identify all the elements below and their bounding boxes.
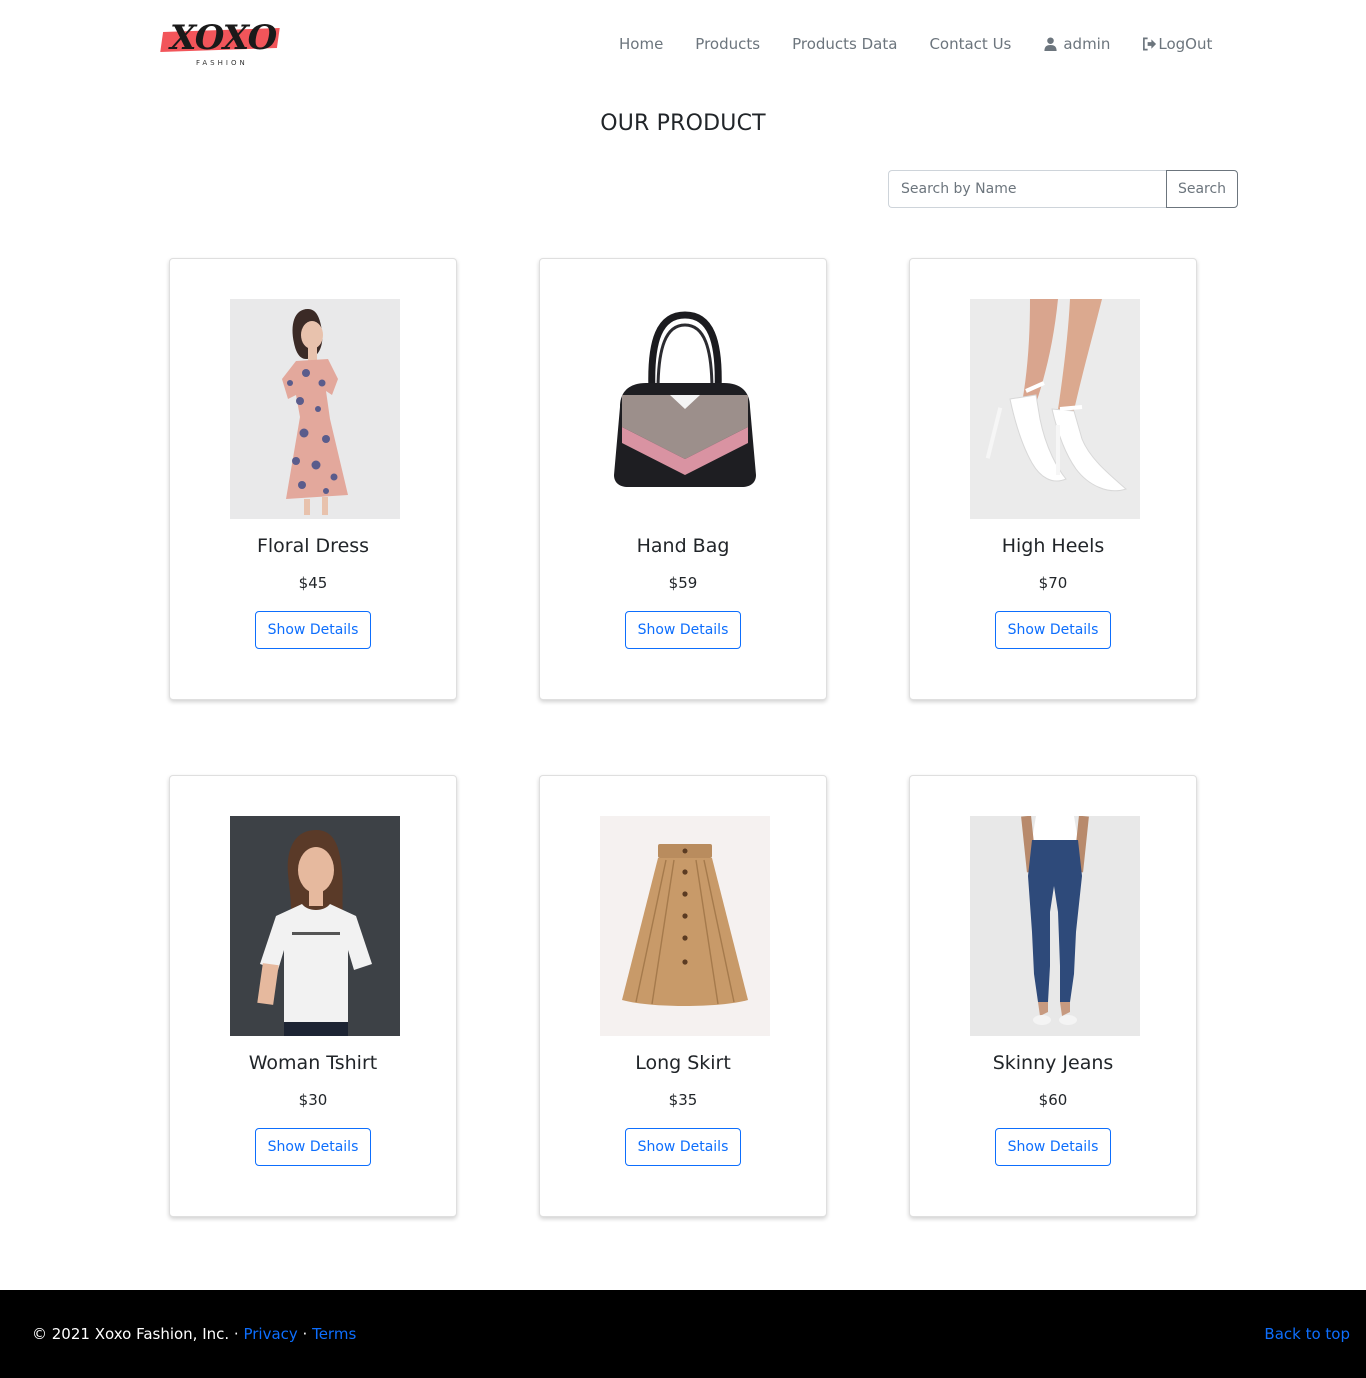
product-image-woman-tshirt — [230, 816, 400, 1036]
main-nav: Home Products Products Data Contact Us a… — [603, 32, 1212, 56]
copyright-text: © 2021 Xoxo Fashion, Inc. · — [32, 1325, 244, 1343]
product-card: Hand Bag $59 Show Details — [539, 258, 827, 700]
product-price: $70 — [1038, 574, 1068, 592]
search-input[interactable] — [888, 170, 1166, 208]
nav-home[interactable]: Home — [619, 32, 663, 56]
brand-logo[interactable]: XOXO FASHION — [160, 16, 280, 72]
product-price: $60 — [1038, 1091, 1068, 1109]
back-to-top-link[interactable]: Back to top — [1264, 1325, 1350, 1343]
show-details-button[interactable]: Show Details — [995, 1128, 1111, 1166]
footer-separator: · — [297, 1325, 313, 1343]
show-details-button[interactable]: Show Details — [995, 611, 1111, 649]
page-title: OUR PRODUCT — [600, 111, 766, 136]
show-details-button[interactable]: Show Details — [625, 611, 741, 649]
product-image-floral-dress — [230, 299, 400, 519]
product-image-hand-bag — [600, 299, 770, 519]
product-card: Skinny Jeans $60 Show Details — [909, 775, 1197, 1217]
product-price: $59 — [668, 574, 698, 592]
product-card: Woman Tshirt $30 Show Details — [169, 775, 457, 1217]
navbar: XOXO FASHION Home Products Products Data… — [0, 0, 1366, 88]
nav-user-label: admin — [1063, 35, 1111, 53]
product-name: Long Skirt — [635, 1052, 731, 1074]
nav-logout[interactable]: LogOut — [1142, 32, 1212, 56]
product-image-skinny-jeans — [970, 816, 1140, 1036]
search-form: Search — [888, 170, 1238, 208]
product-name: Skinny Jeans — [992, 1052, 1114, 1074]
footer: © 2021 Xoxo Fashion, Inc. · Privacy · Te… — [0, 1290, 1366, 1378]
product-card: Long Skirt $35 Show Details — [539, 775, 827, 1217]
product-image-high-heels — [970, 299, 1140, 519]
product-card: Floral Dress $45 Show Details — [169, 258, 457, 700]
privacy-link[interactable]: Privacy — [243, 1325, 297, 1343]
nav-contact-us[interactable]: Contact Us — [929, 32, 1011, 56]
logout-icon — [1143, 37, 1157, 51]
user-icon — [1044, 37, 1057, 52]
product-price: $45 — [298, 574, 328, 592]
nav-products[interactable]: Products — [695, 32, 760, 56]
show-details-button[interactable]: Show Details — [255, 611, 371, 649]
search-button[interactable]: Search — [1166, 170, 1238, 208]
show-details-button[interactable]: Show Details — [625, 1128, 741, 1166]
nav-user[interactable]: admin — [1043, 32, 1110, 56]
nav-products-data[interactable]: Products Data — [792, 32, 897, 56]
product-name: High Heels — [1001, 535, 1105, 557]
footer-copyright: © 2021 Xoxo Fashion, Inc. · Privacy · Te… — [32, 1325, 356, 1343]
show-details-button[interactable]: Show Details — [255, 1128, 371, 1166]
nav-logout-label: LogOut — [1158, 35, 1213, 53]
logo-text: XOXO — [170, 18, 277, 58]
logo-subtext: FASHION — [196, 59, 248, 67]
product-image-long-skirt — [600, 816, 770, 1036]
product-price: $30 — [298, 1091, 328, 1109]
product-name: Floral Dress — [256, 535, 370, 557]
product-price: $35 — [668, 1091, 698, 1109]
product-name: Woman Tshirt — [248, 1052, 378, 1074]
terms-link[interactable]: Terms — [312, 1325, 356, 1343]
product-card: High Heels $70 Show Details — [909, 258, 1197, 700]
product-name: Hand Bag — [636, 535, 730, 557]
